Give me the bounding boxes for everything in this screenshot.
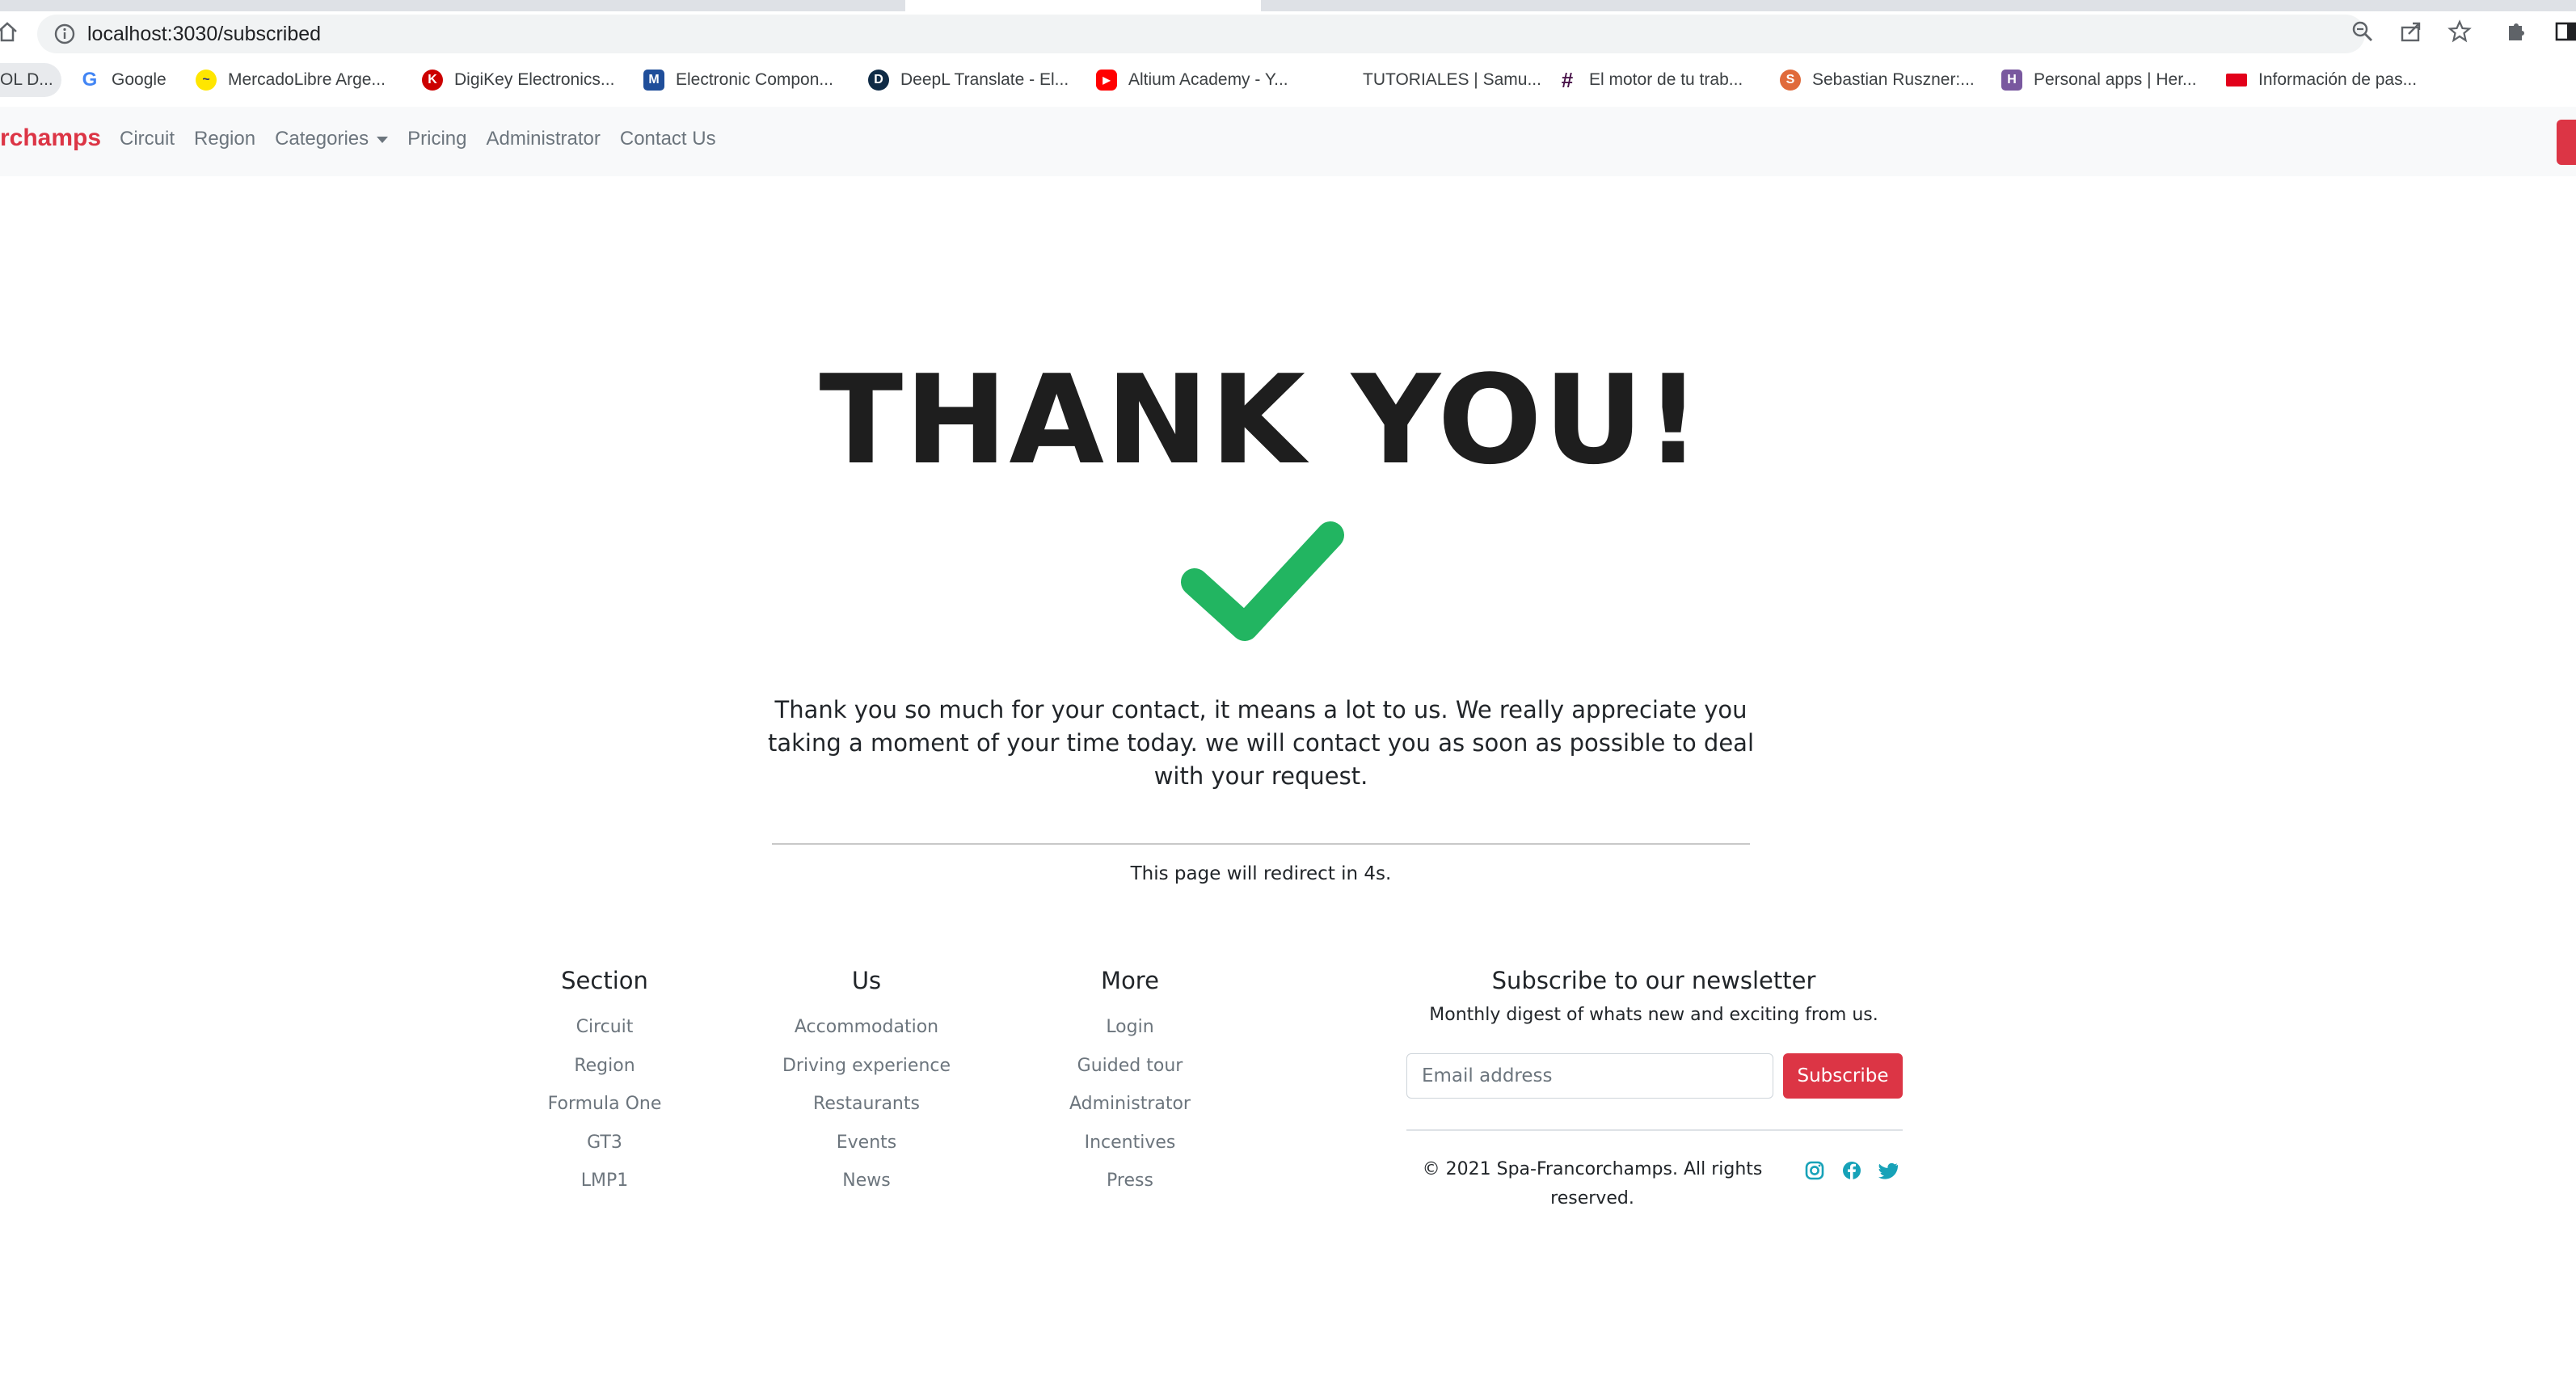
newsletter-subheading: Monthly digest of whats new and exciting… (1429, 1005, 1878, 1025)
nav-region[interactable]: Region (194, 128, 255, 150)
bookmark-informacion[interactable]: Información de pas... (2226, 68, 2417, 92)
facebook-icon[interactable] (1840, 1158, 1864, 1183)
nav-circuit[interactable]: Circuit (120, 128, 175, 150)
url-text[interactable]: localhost:3030/subscribed (87, 23, 321, 45)
bookmark-label: Electronic Compon... (676, 70, 833, 89)
bookmark-label: OL D... (0, 70, 53, 89)
footer-link[interactable]: Login (1033, 1008, 1227, 1047)
heroku-icon: H (2001, 70, 2022, 91)
brand-logo[interactable]: rchamps (0, 124, 101, 152)
nav-categories-dropdown[interactable]: Categories (275, 128, 389, 150)
bookmark-deepl[interactable]: D DeepL Translate - El... (868, 68, 1069, 92)
mercadolibre-icon: ~ (196, 70, 217, 91)
active-tab[interactable] (905, 0, 1261, 11)
checkmark-icon (1177, 514, 1347, 643)
footer-link[interactable]: News (769, 1162, 963, 1200)
footer-heading: More (1101, 967, 1159, 994)
address-bar: localhost:3030/subscribed (0, 11, 2576, 53)
bookmark-digikey[interactable]: K DigiKey Electronics... (422, 68, 614, 92)
bookmark-altium[interactable]: ▶ Altium Academy - Y... (1096, 68, 1288, 92)
site-info-icon[interactable] (53, 23, 76, 45)
electronic-components-icon: M (643, 70, 664, 91)
side-panel-icon[interactable] (2554, 19, 2576, 44)
tab-strip (0, 0, 2576, 11)
bookmark-label: Personal apps | Her... (2034, 70, 2197, 89)
site-navbar: rchamps Circuit Region Categories Pricin… (0, 107, 2576, 176)
youtube-icon: ▶ (1096, 70, 1117, 91)
bookmark-star-icon[interactable] (2447, 19, 2472, 44)
extensions-icon[interactable] (2504, 19, 2528, 44)
bookmark-label: Altium Academy - Y... (1128, 70, 1288, 89)
nav-contact-us[interactable]: Contact Us (620, 128, 716, 150)
bookmark-item[interactable]: OL D... (0, 68, 53, 92)
footer-link[interactable]: GT3 (508, 1124, 702, 1162)
share-icon[interactable] (2399, 19, 2423, 44)
footer-link[interactable]: Incentives (1033, 1124, 1227, 1162)
flag-icon (2226, 74, 2247, 86)
footer-link[interactable]: Events (769, 1124, 963, 1162)
footer-divider (1406, 1129, 1903, 1131)
bookmark-label: MercadoLibre Arge... (228, 70, 386, 89)
bookmark-google[interactable]: G Google (79, 68, 167, 92)
navbar-action-button[interactable] (2557, 120, 2576, 165)
bookmark-label: El motor de tu trab... (1589, 70, 1743, 89)
footer-link[interactable]: Restaurants (769, 1085, 963, 1124)
copyright-text: © 2021 Spa-Francorchamps. All rights res… (1422, 1159, 1763, 1209)
footer-link[interactable]: Administrator (1033, 1085, 1227, 1124)
social-links (1802, 1158, 1901, 1183)
nav-links: Circuit Region Categories Pricing Admini… (120, 128, 716, 150)
bookmark-tutoriales[interactable]: TUTORIALES | Samu... (1363, 68, 1541, 92)
bookmark-label: Información de pas... (2258, 70, 2418, 89)
caret-down-icon (377, 137, 389, 143)
footer-column-more: More Login Guided tour Administrator Inc… (1033, 964, 1227, 1200)
bookmark-label: TUTORIALES | Samu... (1363, 70, 1541, 89)
instagram-icon[interactable] (1802, 1158, 1827, 1183)
bookmark-heroku[interactable]: H Personal apps | Her... (2001, 68, 2197, 92)
bookmark-slack[interactable]: # El motor de tu trab... (1557, 68, 1743, 92)
bookmark-label: DeepL Translate - El... (900, 70, 1069, 89)
footer-link[interactable]: Guided tour (1033, 1047, 1227, 1086)
nav-categories-label: Categories (275, 128, 369, 150)
bookmark-mercadolibre[interactable]: ~ MercadoLibre Arge... (196, 68, 386, 92)
email-input[interactable] (1406, 1053, 1773, 1099)
zoom-icon[interactable] (2350, 19, 2375, 44)
twitter-icon[interactable] (1877, 1158, 1901, 1183)
google-icon: G (82, 69, 98, 91)
footer-link[interactable]: LMP1 (508, 1162, 702, 1200)
bookmark-electronic-components[interactable]: M Electronic Compon... (643, 68, 833, 92)
footer-link[interactable]: Press (1033, 1162, 1227, 1200)
footer-heading: Section (561, 967, 648, 994)
footer-column-section: Section Circuit Region Formula One GT3 L… (508, 964, 702, 1200)
subscribe-button[interactable]: Subscribe (1783, 1053, 1903, 1099)
deepl-icon: D (868, 70, 889, 91)
footer-link[interactable]: Formula One (508, 1085, 702, 1124)
bookmark-label: Google (112, 70, 167, 89)
page-title: THANK YOU! (819, 348, 1703, 491)
footer-column-us: Us Accommodation Driving experience Rest… (769, 964, 963, 1200)
footer-link[interactable]: Driving experience (769, 1047, 963, 1086)
newsletter-heading: Subscribe to our newsletter (1491, 967, 1816, 994)
home-icon[interactable] (0, 19, 19, 44)
thank-you-message: Thank you so much for your contact, it m… (767, 696, 1754, 790)
omnibox[interactable]: localhost:3030/subscribed (37, 15, 2365, 53)
slack-icon: # (1561, 67, 1574, 92)
footer-link[interactable]: Region (508, 1047, 702, 1086)
newsletter-section: Subscribe to our newsletter Monthly dige… (1406, 964, 1903, 1209)
bookmark-sebastian[interactable]: S Sebastian Ruszner:... (1780, 68, 1975, 92)
footer-link[interactable]: Circuit (508, 1008, 702, 1047)
footer-heading: Us (851, 967, 882, 994)
nav-administrator[interactable]: Administrator (487, 128, 601, 150)
divider (772, 843, 1750, 845)
redirect-notice: This page will redirect in 4s. (1130, 863, 1392, 884)
footer-link[interactable]: Accommodation (769, 1008, 963, 1047)
profile-icon: S (1780, 70, 1801, 91)
digikey-icon: K (422, 70, 443, 91)
nav-pricing[interactable]: Pricing (407, 128, 466, 150)
bookmarks-bar: OL D... G Google ~ MercadoLibre Arge... … (0, 53, 2576, 108)
bookmark-label: DigiKey Electronics... (454, 70, 615, 89)
bookmark-label: Sebastian Ruszner:... (1812, 70, 1975, 89)
